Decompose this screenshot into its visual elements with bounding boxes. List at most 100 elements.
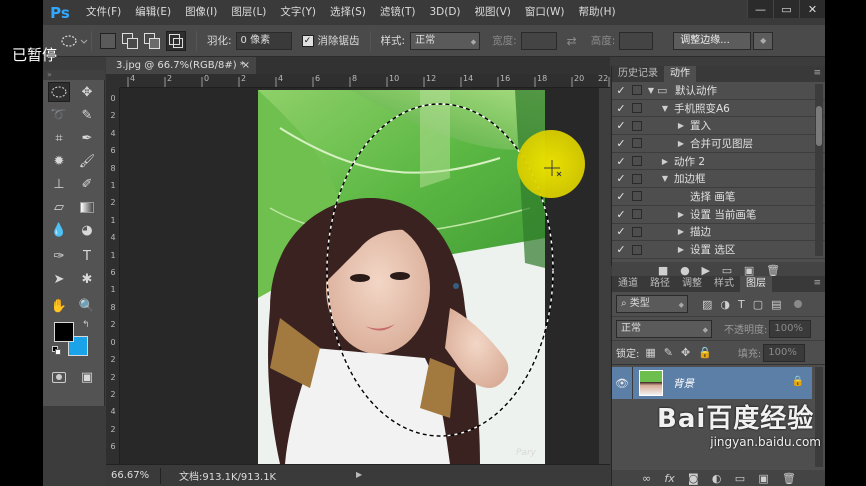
style-select[interactable]: 正常 <box>410 31 481 50</box>
foreground-color-swatch[interactable] <box>54 322 74 342</box>
zoom-tool-icon[interactable]: 🔍 <box>76 296 98 316</box>
action-row[interactable]: ✓ ▶ 设置 当前画笔 <box>612 206 825 224</box>
expand-down-icon[interactable]: ▼ <box>645 86 657 95</box>
zoom-level[interactable]: 66.67% <box>106 470 160 481</box>
tab-styles[interactable]: 样式 <box>708 276 740 292</box>
lock-transparent-icon[interactable]: ▦ <box>645 346 655 359</box>
blur-tool-icon[interactable]: 💧 <box>48 220 70 240</box>
expand-right-icon[interactable]: ▶ <box>675 121 687 130</box>
toggle-check-icon[interactable]: ✓ <box>612 172 630 185</box>
action-row[interactable]: ✓ ▶ 设置 选区 <box>612 241 825 259</box>
dialog-toggle[interactable] <box>632 191 642 202</box>
antialias-checkbox[interactable]: ✓ <box>301 34 314 47</box>
gradient-tool-icon[interactable] <box>76 197 98 217</box>
menu-layer[interactable]: 图层(L) <box>224 0 273 25</box>
toggle-check-icon[interactable]: ✓ <box>612 84 630 97</box>
eraser-tool-icon[interactable]: ▱ <box>48 197 70 217</box>
expand-down-icon[interactable]: ▼ <box>659 174 671 183</box>
spot-healing-tool-icon[interactable]: ✹ <box>48 151 70 171</box>
dialog-toggle[interactable] <box>632 209 642 220</box>
path-selection-tool-icon[interactable]: ➤ <box>48 269 70 289</box>
close-button[interactable]: ✕ <box>799 0 825 18</box>
dialog-toggle[interactable] <box>632 138 642 149</box>
smart-object-filter-icon[interactable]: ▤ <box>771 298 781 311</box>
hand-tool-icon[interactable]: ✋ <box>48 296 70 316</box>
lasso-tool-icon[interactable]: ➰ <box>48 105 70 125</box>
menu-help[interactable]: 帮助(H) <box>572 0 623 25</box>
menu-select[interactable]: 选择(S) <box>323 0 373 25</box>
action-row[interactable]: ✓ 选择 画笔 <box>612 188 825 206</box>
toggle-check-icon[interactable]: ✓ <box>612 102 630 115</box>
menu-image[interactable]: 图像(I) <box>178 0 224 25</box>
expand-right-icon[interactable]: ▶ <box>675 227 687 236</box>
tab-paths[interactable]: 路径 <box>644 276 676 292</box>
type-filter-icon[interactable]: T <box>738 298 745 311</box>
action-row[interactable]: ✓ ▶ 动作 2 <box>612 153 825 171</box>
document-info[interactable]: 文档:913.1K/913.1K <box>161 468 276 483</box>
toggle-check-icon[interactable]: ✓ <box>612 225 630 238</box>
dialog-toggle[interactable] <box>632 85 642 96</box>
vertical-ruler[interactable]: 0 2 4 6 8 1 2 1 4 1 6 1 8 2 0 2 2 2 4 2 … <box>106 88 120 464</box>
tab-layers[interactable]: 图层 <box>740 276 772 292</box>
tab-history[interactable]: 历史记录 <box>612 66 664 82</box>
quick-mask-icon[interactable] <box>48 367 70 387</box>
document-scrollbar[interactable] <box>599 88 610 464</box>
fill-input[interactable]: 100% <box>763 343 806 362</box>
fx-icon[interactable]: fx <box>664 472 674 485</box>
eyedropper-tool-icon[interactable]: ✒ <box>76 128 98 148</box>
horizontal-ruler[interactable]: 4 2 0 2 4 6 8 10 12 14 16 18 20 22 <box>120 74 610 88</box>
opacity-input[interactable]: 100% <box>769 319 812 338</box>
toggle-check-icon[interactable]: ✓ <box>612 190 630 203</box>
restore-button[interactable]: ▭ <box>773 0 799 18</box>
elliptical-marquee-tool-icon[interactable] <box>48 82 70 102</box>
default-colors-icon[interactable] <box>52 346 61 355</box>
intersect-selection-icon[interactable] <box>166 30 186 51</box>
dialog-toggle[interactable] <box>632 244 642 255</box>
toggle-check-icon[interactable]: ✓ <box>612 155 630 168</box>
toggle-check-icon[interactable]: ✓ <box>612 243 630 256</box>
menu-3d[interactable]: 3D(D) <box>422 0 467 25</box>
stop-icon[interactable]: ■ <box>658 264 668 277</box>
filter-toggle[interactable] <box>793 300 802 308</box>
menu-filter[interactable]: 滤镜(T) <box>373 0 423 25</box>
toolbox-grip[interactable]: » <box>43 70 105 80</box>
tab-actions[interactable]: 动作 <box>664 66 696 82</box>
feather-input[interactable]: 0 像素 <box>235 31 292 50</box>
layer-name[interactable]: 背景 <box>673 376 694 391</box>
expand-right-icon[interactable]: ▶ <box>675 245 687 254</box>
action-row[interactable]: ✓ ▼ 加边框 <box>612 170 825 189</box>
custom-shape-tool-icon[interactable]: ✱ <box>76 269 98 289</box>
crop-tool-icon[interactable]: ⌗ <box>48 128 70 148</box>
pixel-filter-icon[interactable]: ▨ <box>702 298 712 311</box>
new-action-icon[interactable]: ▣ <box>744 264 754 277</box>
tab-channels[interactable]: 通道 <box>612 276 644 292</box>
new-selection-icon[interactable] <box>100 32 116 49</box>
swap-dimensions-icon[interactable]: ⇄ <box>567 34 577 48</box>
dodge-tool-icon[interactable]: ◕ <box>76 220 98 240</box>
adjustment-layer-icon[interactable]: ◐ <box>712 472 722 485</box>
type-tool-icon[interactable]: T <box>76 246 98 266</box>
toggle-check-icon[interactable]: ✓ <box>612 119 630 132</box>
panel-menu-icon[interactable]: ≡ <box>813 68 821 78</box>
play-icon[interactable]: ▶ <box>701 264 709 277</box>
pen-tool-icon[interactable]: ✑ <box>48 246 70 266</box>
filter-kind-select[interactable]: ⌕ 类型 <box>616 295 688 313</box>
refine-edge-button[interactable]: 调整边缘... <box>673 31 752 50</box>
blend-mode-select[interactable]: 正常 <box>616 319 712 338</box>
minimize-button[interactable]: — <box>747 0 773 18</box>
layer-row-background[interactable]: 👁 背景 🔒 <box>612 367 812 399</box>
action-row[interactable]: ✓ ▶ 置入 <box>612 117 825 136</box>
lock-image-icon[interactable]: ✎ <box>664 346 673 359</box>
dialog-toggle[interactable] <box>632 226 642 237</box>
expand-down-icon[interactable]: ▼ <box>659 104 671 113</box>
eye-icon[interactable]: 👁 <box>612 377 632 390</box>
document-tab[interactable]: 3.jpg @ 66.7%(RGB/8#) * × <box>106 57 256 74</box>
lock-position-icon[interactable]: ✥ <box>681 346 690 359</box>
action-row[interactable]: ✓ ▶ 合并可见图层 <box>612 135 825 153</box>
status-menu-arrow-icon[interactable]: ▶ <box>356 470 362 479</box>
action-row[interactable]: ✓ ▶ 描边 <box>612 224 825 242</box>
adjustment-filter-icon[interactable]: ◑ <box>720 298 730 311</box>
add-mask-icon[interactable]: ◙ <box>688 472 699 485</box>
canvas-area[interactable]: Pary <box>120 88 610 464</box>
width-input[interactable] <box>520 31 557 50</box>
